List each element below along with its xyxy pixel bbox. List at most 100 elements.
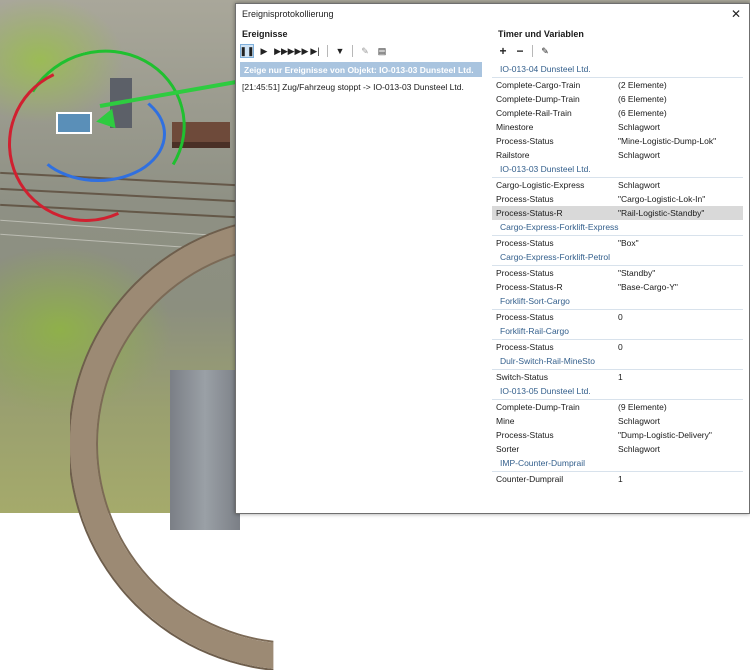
variable-value: Schlagwort	[618, 416, 661, 426]
variable-name: Counter-Dumprail	[496, 474, 564, 484]
variable-name: Railstore	[496, 150, 530, 160]
variable-group-header[interactable]: Forklift-Sort-Cargo	[492, 294, 743, 310]
variable-row[interactable]: Process-Status "Mine-Logistic-Dump-Lok"	[492, 134, 743, 148]
toolbar-separator	[327, 45, 328, 57]
rotation-gizmo-blue[interactable]	[30, 86, 166, 182]
variable-row[interactable]: Complete-Dump-Train (6 Elemente)	[492, 92, 743, 106]
variable-name: Complete-Rail-Train	[496, 108, 572, 118]
variable-name: Process-Status	[496, 312, 554, 322]
add-icon[interactable]: +	[496, 44, 510, 58]
variable-row[interactable]: Minestore Schlagwort	[492, 120, 743, 134]
variable-value: "Dump-Logistic-Delivery"	[618, 430, 712, 440]
variable-row[interactable]: Complete-Cargo-Train (2 Elemente)	[492, 78, 743, 92]
remove-icon[interactable]: −	[513, 44, 527, 58]
variable-name: Process-Status	[496, 238, 554, 248]
events-toolbar: ❚❚ ▶ ▶▶ ▶▶▶ ▶| ▼ ✎ ▤	[236, 43, 486, 59]
variable-name: Complete-Dump-Train	[496, 94, 580, 104]
variable-name: Process-Status	[496, 136, 554, 146]
elevated-road	[170, 370, 240, 530]
variable-name: Cargo-Logistic-Express	[496, 180, 585, 190]
variable-group-header[interactable]: Forklift-Rail-Cargo	[492, 324, 743, 340]
edit-icon[interactable]: ✎	[538, 44, 552, 58]
fast-forward-icon[interactable]: ▶▶▶	[288, 44, 309, 58]
events-pane: Ereignisse ❚❚ ▶ ▶▶ ▶▶▶ ▶| ▼ ✎ ▤ Zeige nu…	[236, 24, 486, 513]
object-filter-bar[interactable]: Zeige nur Ereignisse von Objekt: IO-013-…	[240, 62, 482, 77]
variable-name: Minestore	[496, 122, 534, 132]
filter-bar-text: Zeige nur Ereignisse von Objekt: IO-013-…	[244, 64, 474, 75]
variable-row[interactable]: Sorter Schlagwort	[492, 442, 743, 456]
variable-group-header[interactable]: Cargo-Express-Forklift-Express	[492, 220, 743, 236]
variable-name: Process-Status-R	[496, 282, 563, 292]
variables-table: IO-013-04 Dunsteel Ltd. Complete-Cargo-Tr…	[492, 62, 749, 486]
variable-value: Schlagwort	[618, 444, 661, 454]
variable-value: 1	[618, 372, 623, 382]
variable-group-header[interactable]: IO-013-04 Dunsteel Ltd.	[492, 62, 743, 78]
variable-row[interactable]: Process-Status-R "Base-Cargo-Y"	[492, 280, 743, 294]
variable-row[interactable]: Process-Status "Standby"	[492, 266, 743, 280]
play-icon[interactable]: ▶	[257, 44, 271, 58]
variable-value: "Cargo-Logistic-Lok-In"	[618, 194, 706, 204]
variable-row[interactable]: Cargo-Logistic-Express Schlagwort	[492, 178, 743, 192]
variable-group-header[interactable]: IMP-Counter-Dumprail	[492, 456, 743, 472]
filter-icon[interactable]: ▼	[333, 44, 347, 58]
skip-end-icon[interactable]: ▶|	[308, 44, 322, 58]
variable-name: Mine	[496, 416, 515, 426]
variable-row[interactable]: Counter-Dumprail 1	[492, 472, 743, 486]
timers-header: Timer und Variablen	[498, 29, 584, 39]
variable-name: Switch-Status	[496, 372, 548, 382]
variable-row[interactable]: Switch-Status 1	[492, 370, 743, 384]
variable-row[interactable]: Process-Status 0	[492, 310, 743, 324]
variable-row[interactable]: Railstore Schlagwort	[492, 148, 743, 162]
timers-toolbar: + − ✎	[492, 43, 749, 59]
variable-name: Process-Status	[496, 430, 554, 440]
variable-row[interactable]: Process-Status "Dump-Logistic-Delivery"	[492, 428, 743, 442]
variable-row[interactable]: Process-Status "Cargo-Logistic-Lok-In"	[492, 192, 743, 206]
annotation-arrowhead-icon	[94, 108, 116, 132]
variable-name: Sorter	[496, 444, 520, 454]
step-icon[interactable]: ▶▶	[274, 44, 288, 58]
variable-value: Schlagwort	[618, 180, 661, 190]
variable-value: 0	[618, 312, 623, 322]
toolbar-separator	[532, 45, 533, 57]
pause-icon[interactable]: ❚❚	[239, 44, 255, 58]
toolbar-separator	[352, 45, 353, 57]
variable-group-header[interactable]: Dulr-Switch-Rail-MineSto	[492, 354, 743, 370]
event-entry[interactable]: [21:45:51] Zug/Fahrzeug stoppt -> IO-013…	[236, 77, 486, 97]
variable-name: Complete-Cargo-Train	[496, 80, 581, 90]
event-log-window: Ereignisprotokollierung ✕ Ereignisse ❚❚ …	[235, 3, 750, 514]
variable-row[interactable]: Mine Schlagwort	[492, 414, 743, 428]
selected-locomotive[interactable]	[56, 112, 92, 134]
clear-filter-icon[interactable]: ▤	[375, 44, 389, 58]
variable-value: Schlagwort	[618, 122, 661, 132]
timers-variables-pane: Timer und Variablen + − ✎ IO-013-04 Duns…	[492, 24, 749, 513]
variable-name: Process-Status	[496, 268, 554, 278]
variable-value: "Box"	[618, 238, 639, 248]
variable-value: (2 Elemente)	[618, 80, 667, 90]
variable-group-header[interactable]: IO-013-05 Dunsteel Ltd.	[492, 384, 743, 400]
variable-row[interactable]: Process-Status 0	[492, 340, 743, 354]
variable-name: Process-Status-R	[496, 208, 563, 218]
variable-row[interactable]: Process-Status "Box"	[492, 236, 743, 250]
variable-value: "Mine-Logistic-Dump-Lok"	[618, 136, 717, 146]
events-header: Ereignisse	[242, 29, 288, 39]
variable-value: "Base-Cargo-Y"	[618, 282, 678, 292]
track	[0, 219, 235, 238]
variable-value: (6 Elemente)	[618, 108, 667, 118]
window-titlebar[interactable]: Ereignisprotokollierung ✕	[236, 4, 749, 24]
variable-value: (9 Elemente)	[618, 402, 667, 412]
variable-group-header[interactable]: IO-013-03 Dunsteel Ltd.	[492, 162, 743, 178]
variable-value: 0	[618, 342, 623, 352]
variable-row[interactable]: Complete-Rail-Train (6 Elemente)	[492, 106, 743, 120]
close-icon[interactable]: ✕	[731, 7, 741, 21]
edit-icon[interactable]: ✎	[358, 44, 372, 58]
window-title: Ereignisprotokollierung	[242, 9, 334, 19]
variable-name: Process-Status	[496, 194, 554, 204]
variable-value: Schlagwort	[618, 150, 661, 160]
variable-group-header[interactable]: Cargo-Express-Forklift-Petrol	[492, 250, 743, 266]
variable-name: Complete-Dump-Train	[496, 402, 580, 412]
variable-value: 1	[618, 474, 623, 484]
variable-row[interactable]: Complete-Dump-Train (9 Elemente)	[492, 400, 743, 414]
variable-row[interactable]: Process-Status-R "Rail-Logistic-Standby"	[492, 206, 743, 220]
variable-value: (6 Elemente)	[618, 94, 667, 104]
variable-value: "Standby"	[618, 268, 656, 278]
